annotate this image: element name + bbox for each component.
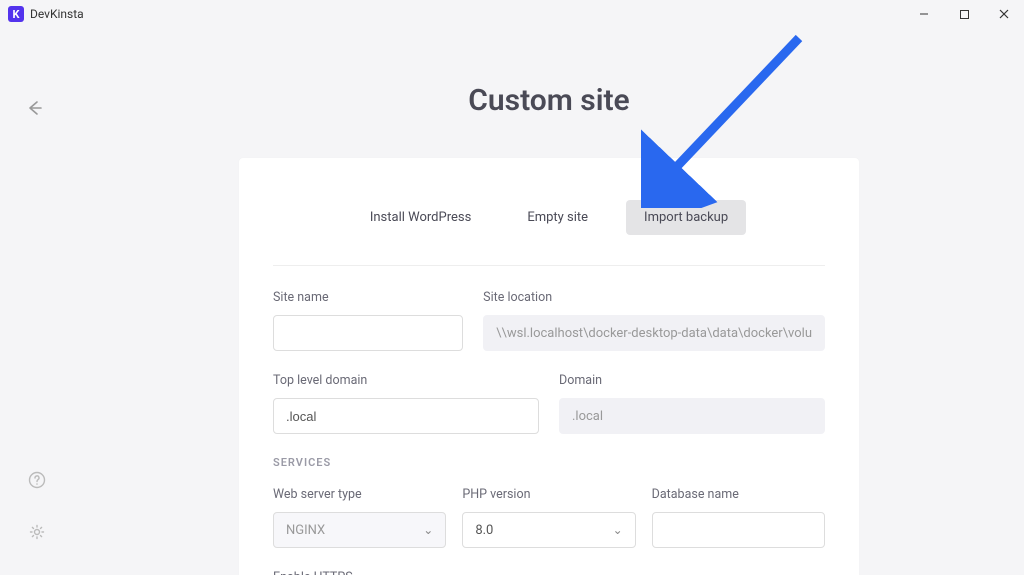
close-button[interactable] [984,0,1024,28]
tld-input[interactable] [273,398,539,434]
titlebar: K DevKinsta [0,0,1024,28]
form-card: Install WordPress Empty site Import back… [239,158,859,575]
site-location-label: Site location [483,290,825,305]
app-logo-icon: K [8,6,24,22]
chevron-down-icon: ⌄ [613,523,623,537]
site-name-label: Site name [273,290,463,305]
site-name-input[interactable] [273,315,463,351]
domain-value: .local [559,398,825,434]
window-controls [904,0,1024,28]
enable-https-label: Enable HTTPS [273,570,825,575]
chevron-down-icon: ⌄ [423,523,433,537]
tab-empty-site[interactable]: Empty site [509,200,606,235]
services-section-label: SERVICES [273,456,825,469]
tab-import-backup[interactable]: Import backup [626,200,746,235]
app-title: DevKinsta [30,7,84,21]
tld-label: Top level domain [273,373,539,388]
help-icon[interactable] [28,471,46,493]
php-version-label: PHP version [462,487,635,502]
back-button[interactable] [25,98,49,122]
php-version-value: 8.0 [475,523,493,538]
page-title: Custom site [74,28,1024,158]
db-name-input[interactable] [652,512,825,548]
left-rail [0,28,74,575]
tabs: Install WordPress Empty site Import back… [273,200,825,235]
site-location-value: \\wsl.localhost\docker-desktop-data\data… [483,315,825,351]
web-server-value: NGINX [286,523,325,538]
tab-install-wordpress[interactable]: Install WordPress [352,200,489,235]
maximize-button[interactable] [944,0,984,28]
content-area[interactable]: Custom site Install WordPress Empty site… [74,28,1024,575]
web-server-label: Web server type [273,487,446,502]
divider [273,265,825,266]
domain-label: Domain [559,373,825,388]
web-server-select: NGINX ⌄ [273,512,446,548]
php-version-select[interactable]: 8.0 ⌄ [462,512,635,548]
db-name-label: Database name [652,487,825,502]
settings-icon[interactable] [28,523,46,545]
minimize-button[interactable] [904,0,944,28]
